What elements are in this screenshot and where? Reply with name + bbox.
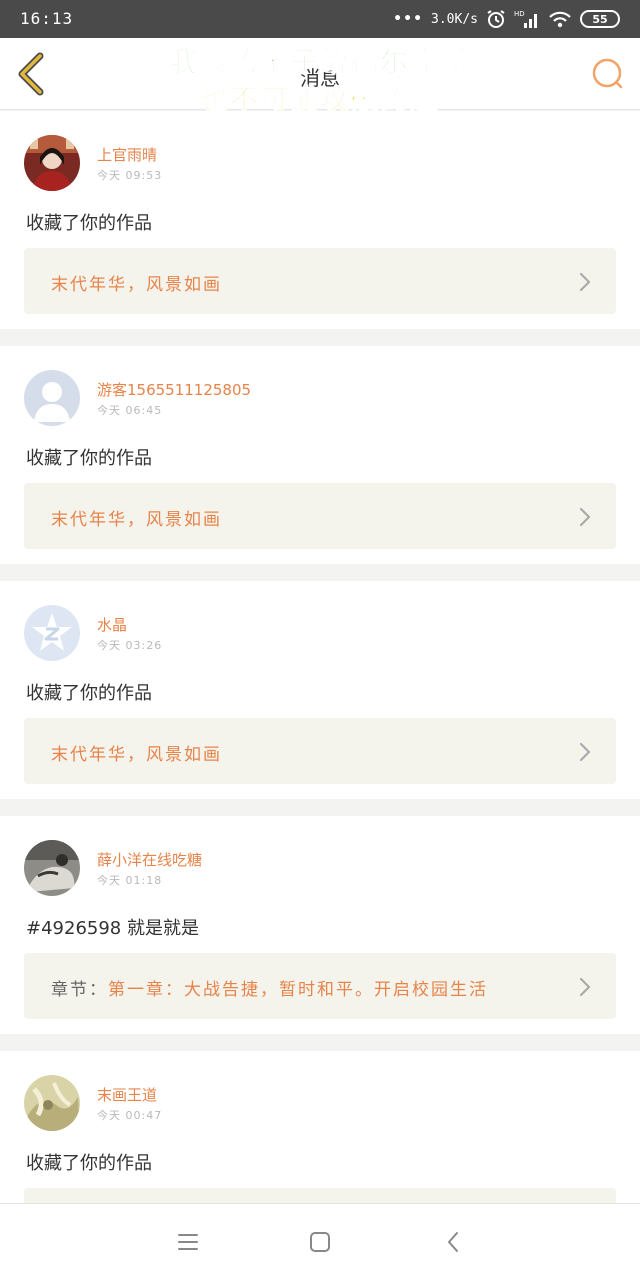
avatar[interactable] (24, 370, 80, 426)
menu-button[interactable] (176, 1230, 200, 1254)
message-text: 收藏了你的作品 (26, 1153, 152, 1174)
work-link[interactable] (24, 1188, 616, 1203)
timestamp: 今天 00:47 (97, 1109, 163, 1122)
alarm-icon (486, 9, 506, 29)
chevron-right-icon (579, 742, 591, 762)
wifi-icon (548, 9, 572, 29)
link-title: 末代年华，风景如画 (51, 275, 222, 295)
home-button[interactable] (308, 1230, 332, 1254)
avatar[interactable] (24, 605, 80, 661)
work-link[interactable]: 末代年华，风景如画 (24, 718, 616, 784)
message-text: 收藏了你的作品 (26, 683, 152, 704)
message-card: 游客1565511125805 今天 06:45 收藏了你的作品 末代年华，风景… (0, 346, 640, 564)
status-time: 16:13 (20, 9, 74, 28)
link-prefix: 章节： (51, 980, 108, 1000)
timestamp: 今天 01:18 (97, 874, 163, 887)
message-list: 上官雨晴 今天 09:53 收藏了你的作品 末代年华，风景如画 游客156551… (0, 111, 640, 1203)
chapter-link[interactable]: 章节：第一章：大战告捷，暂时和平。开启校园生活 (24, 953, 616, 1019)
system-nav-bar (0, 1203, 640, 1280)
status-icons: ••• 3.0K/s HD 55 (393, 8, 620, 30)
chevron-right-icon (579, 977, 591, 997)
nav-back-icon (448, 1232, 458, 1252)
avatar[interactable] (24, 135, 80, 191)
link-text: 末代年华，风景如画 (51, 505, 222, 530)
work-link[interactable]: 末代年华，风景如画 (24, 483, 616, 549)
link-title: 末代年华，风景如画 (51, 510, 222, 530)
nav-back-button[interactable] (442, 1230, 466, 1254)
message-card: 上官雨晴 今天 09:53 收藏了你的作品 末代年华，风景如画 (0, 111, 640, 329)
signal-icon: HD (514, 9, 540, 29)
chevron-right-icon (579, 272, 591, 292)
link-text: 末代年华，风景如画 (51, 270, 222, 295)
home-icon (310, 1232, 330, 1252)
link-title: 第一章：大战告捷，暂时和平。开启校园生活 (108, 980, 488, 1000)
avatar[interactable] (24, 1075, 80, 1131)
username[interactable]: 上官雨晴 (97, 144, 157, 165)
username[interactable]: 薛小洋在线吃糖 (97, 849, 202, 870)
message-text: #4926598 就是就是 (26, 918, 199, 939)
search-button[interactable] (590, 56, 626, 92)
network-speed: 3.0K/s (431, 11, 478, 27)
menu-icon (178, 1234, 198, 1250)
work-link[interactable]: 末代年华，风景如画 (24, 248, 616, 314)
link-text: 章节：第一章：大战告捷，暂时和平。开启校园生活 (51, 975, 488, 1000)
username[interactable]: 末画王道 (97, 1084, 157, 1105)
username[interactable]: 水晶 (97, 614, 127, 635)
message-card: 薛小洋在线吃糖 今天 01:18 #4926598 就是就是 章节：第一章：大战… (0, 816, 640, 1034)
battery-indicator: 55 (580, 10, 620, 28)
message-card: 末画王道 今天 00:47 收藏了你的作品 (0, 1051, 640, 1203)
search-icon (592, 58, 623, 89)
avatar[interactable] (24, 840, 80, 896)
svg-text:HD: HD (514, 10, 525, 18)
message-card: 水晶 今天 03:26 收藏了你的作品 末代年华，风景如画 (0, 581, 640, 799)
timestamp: 今天 03:26 (97, 639, 163, 652)
link-title: 末代年华，风景如画 (51, 745, 222, 765)
app-header: 消息 我接的案子给福尔摩斯 也不可能攻破的题 (0, 38, 640, 117)
status-bar: 16:13 ••• 3.0K/s HD 55 (0, 0, 640, 38)
message-text: 收藏了你的作品 (26, 213, 152, 234)
username[interactable]: 游客1565511125805 (97, 379, 251, 400)
timestamp: 今天 09:53 (97, 169, 163, 182)
chevron-right-icon (579, 507, 591, 527)
link-text: 末代年华，风景如画 (51, 740, 222, 765)
more-dots: ••• (393, 11, 424, 27)
timestamp: 今天 06:45 (97, 404, 163, 417)
message-text: 收藏了你的作品 (26, 448, 152, 469)
watermark-line1: 我接的案子给福尔摩斯 (169, 45, 470, 79)
